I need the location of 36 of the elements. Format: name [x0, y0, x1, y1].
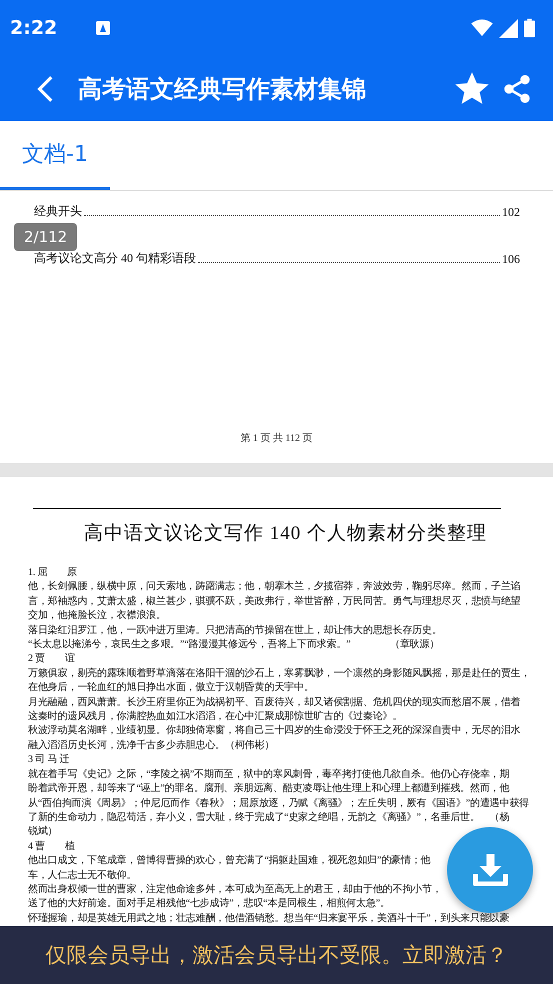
document-line: 他出口成文，下笔成章，曾博得曹操的欢心，曾充满了“捐躯赴国难，视死忽如归”的豪情；他: [28, 854, 432, 868]
document-line: 然而出身权倾一世的曹家，注定他命途多舛，本可成为至高无上的君王，却由于他的不拘小节，: [28, 882, 443, 897]
document-line: 万籁俱寂，剔亮的露珠顺着野草滴落在洛阳干涸的沙石上，寒雾飘渺，一个凛然的身影随风飘摇，那是赴任的贾生，: [28, 666, 532, 681]
toc-entry-title[interactable]: 高考议论文高分 40 句精彩语段: [34, 250, 196, 267]
document-line: 秋波浮动莫名湖畔，业绩初显。你却独倚寒窗，将自己三十四岁的生命浸没于怀王之死的深深自责中，无尽的泪水: [28, 724, 522, 738]
document-line: 4 曹 植: [28, 840, 76, 854]
export-banner[interactable]: 仅限会员导出，激活会员导出不受限。立即激活？: [0, 926, 553, 984]
document-line: “长太息以掩涕兮，哀民生之多艰。”“路漫漫其修远兮，吾将上下而求索。” （章耿源）: [28, 638, 440, 652]
document-title: 高中语文议论文写作 140 个人物素材分类整理: [83, 522, 488, 546]
document-line: 车，人仁志士无不敬仰。: [28, 868, 138, 883]
status-time: 2:22: [10, 17, 58, 39]
page-counter: 2/112: [14, 223, 78, 251]
document-line: 就在着手写《史记》之际，“李陵之祸”不期而至，狱中的寒风刺骨，毒卒拷打使他几欲自杀。他仍心存侥幸，期: [28, 768, 510, 782]
page-footer: 第 1 页 共 112 页: [0, 431, 553, 445]
document-line: 2 贾 谊: [28, 652, 76, 666]
document-line: 交加，他掩脸长泣，衣襟浪浪。: [28, 609, 167, 624]
document-line: 锐斌）: [28, 825, 59, 840]
toc-entry-title[interactable]: 经典开头: [34, 203, 82, 220]
toc-page-number: 106: [502, 252, 520, 267]
toc-page-number: 102: [502, 205, 520, 220]
document-line: 从“西伯拘而演《周易》；仲尼厄而作《春秋》；屈原放逐，乃赋《离骚》；左丘失明，厥有《国语》”的遭遇中获得: [28, 796, 530, 810]
document-line: 怀瑾握瑜，却是英雄无用武之地；壮志难酬，他借酒销愁。想当年“归来宴平乐，美酒斗十千”，到头来只能以豪: [28, 912, 510, 926]
document-line: 在他身后，一轮血红的旭日挣出水面，傲立于汉朝昏黄的天宇中。: [28, 681, 315, 696]
document-line: 盼着武帝开恩，却等来了“诬上”的罪名。腐刑、亲朋远离、酷吏凌辱让他生理上和心理上都遭到摧残。然而，他: [28, 782, 510, 796]
document-line: 月光融融，西风萧萧。长沙王府里你正为战祸初平、百废待兴，却又诸侯割据、危机四伏的现实而愁眉不展，借着: [28, 696, 522, 710]
app-title: 高考语文经典写作素材集锦: [78, 74, 367, 104]
document-line: 这秦时的遗风残月，你满腔热血如江水滔滔，在心中汇聚成那惊世旷古的《过秦论》。: [28, 710, 404, 724]
document-line: 落日染红汨罗江，他，一跃冲进万里涛。只把清高的节操留在世上，却让伟大的思想长存历史。: [28, 624, 443, 638]
banner-text: 仅限会员导出，激活会员导出不受限。立即激活？: [46, 942, 508, 969]
document-line: 融入滔滔历史长河，洗净千古多少赤胆忠心。（柯伟彬）: [28, 738, 276, 753]
document-line: 言，郑袖惑内，艾萧太盛，椒兰甚少，骐骥不跃，美政弗行，举世皆醉，万民同苦。勇气与理想尽灭，悲愤与绝望: [28, 594, 522, 609]
document-line: 1. 屈 原: [28, 566, 78, 580]
document-line: 了新的生命动力，隐忍苟活，弃小义，雪大耻，终于完成了“史家之绝唱，无韵之《离骚》”，名垂后世。 （杨: [28, 810, 510, 825]
document-line: 送了他的大好前途。面对手足相残他“七步成诗”，悲叹“本是同根生，相煎何太急”。: [28, 897, 391, 912]
document-line: 3 司 马 迁: [28, 753, 70, 768]
document-line: 他，长剑佩腰，纵横中原，问天索地，踌躇满志；他，朝搴木兰，夕揽宿莽，奔波效劳，鞠躬尽瘁。然而，子兰谄: [28, 580, 522, 594]
